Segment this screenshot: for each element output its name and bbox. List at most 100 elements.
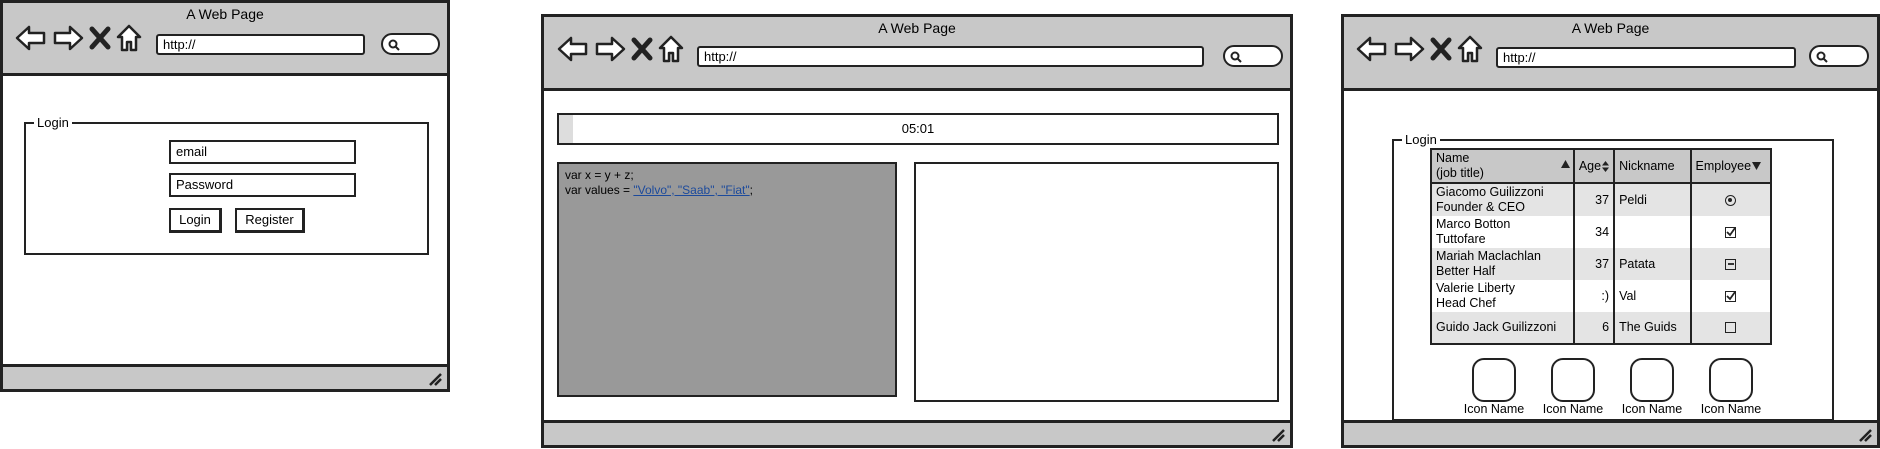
placeholder-icon xyxy=(1472,358,1516,402)
stop-icon[interactable] xyxy=(631,36,653,62)
search-icon xyxy=(1230,51,1242,63)
url-input[interactable]: http:// xyxy=(697,46,1204,67)
progress-text: 05:01 xyxy=(901,121,935,136)
cell-nickname: Peldi xyxy=(1613,183,1691,216)
column-header-age[interactable]: Age xyxy=(1572,149,1615,184)
stop-icon[interactable] xyxy=(1430,36,1452,62)
row-name: Marco Botton xyxy=(1436,217,1511,231)
column-header-nickname[interactable]: Nickname xyxy=(1613,149,1691,184)
code-line-1: var x = y + z; xyxy=(565,168,634,182)
code-line-2-prefix: var values = xyxy=(565,183,634,197)
column-header-employee-label: Employee xyxy=(1695,158,1752,173)
status-bar xyxy=(544,420,1290,445)
cell-name: Guido Jack Guilizzoni xyxy=(1431,312,1574,344)
employee-checkbox[interactable] xyxy=(1725,258,1737,270)
row-title: Tuttofare xyxy=(1436,232,1486,246)
browser-toolbar: A Web Page http:// xyxy=(1344,17,1877,91)
checkmark-icon xyxy=(1726,291,1736,301)
sort-both-icon[interactable] xyxy=(1602,160,1610,172)
code-line-2-suffix: ; xyxy=(749,183,753,197)
resize-grip-icon[interactable] xyxy=(1857,427,1873,443)
employee-checkbox[interactable] xyxy=(1725,322,1737,334)
search-input[interactable] xyxy=(1809,45,1869,67)
resize-grip-icon[interactable] xyxy=(427,371,443,387)
row-title: Head Chef xyxy=(1436,296,1496,310)
row-name: Guido Jack Guilizzoni xyxy=(1436,320,1557,334)
code-line-2: var values = "Volvo", "Saab", "Fiat"; xyxy=(565,183,889,198)
table-row[interactable]: Marco Botton Tuttofare 34 xyxy=(1431,216,1771,248)
browser-window-table: A Web Page http:// Login Name (job title… xyxy=(1341,14,1880,448)
password-field[interactable]: Password xyxy=(169,173,356,197)
search-icon xyxy=(388,39,400,51)
cell-age: 34 xyxy=(1572,216,1615,248)
cell-age: :) xyxy=(1572,280,1615,312)
table-row[interactable]: Giacomo Guilizzoni Founder & CEO 37 Peldi xyxy=(1431,183,1771,216)
row-title: Founder & CEO xyxy=(1436,200,1525,214)
icon-label: Icon Name xyxy=(1542,402,1604,416)
icon-item[interactable]: Icon Name xyxy=(1617,358,1687,416)
cell-nickname: The Guids xyxy=(1613,312,1691,344)
home-icon[interactable] xyxy=(116,24,142,52)
sort-descending-icon[interactable] xyxy=(1752,161,1762,170)
browser-window-login: A Web Page http:// Login email Password … xyxy=(0,0,450,392)
employee-table: Name (job title) Age Nickname Employee G… xyxy=(1430,148,1772,345)
forward-arrow-icon[interactable] xyxy=(594,36,626,62)
cell-name: Mariah Maclachlan Better Half xyxy=(1431,248,1574,280)
url-input[interactable]: http:// xyxy=(1496,47,1796,68)
column-header-name-line1: Name xyxy=(1436,151,1470,165)
placeholder-icon xyxy=(1551,358,1595,402)
code-values-link[interactable]: "Volvo", "Saab", "Fiat" xyxy=(633,183,749,197)
browser-window-editor: A Web Page http:// 05:01 var x = y + z; … xyxy=(541,14,1293,448)
icon-item[interactable]: Icon Name xyxy=(1696,358,1766,416)
column-header-employee[interactable]: Employee xyxy=(1689,149,1771,184)
row-title: Better Half xyxy=(1436,264,1496,278)
url-input[interactable]: http:// xyxy=(156,34,365,55)
table-row[interactable]: Guido Jack Guilizzoni 6 The Guids xyxy=(1431,312,1771,344)
placeholder-icon xyxy=(1709,358,1753,402)
cell-name: Valerie Liberty Head Chef xyxy=(1431,280,1574,312)
employee-checkbox[interactable] xyxy=(1725,226,1737,238)
icon-label: Icon Name xyxy=(1621,402,1683,416)
cell-age: 37 xyxy=(1572,183,1615,216)
cell-nickname: Patata xyxy=(1613,248,1691,280)
progress-fill xyxy=(559,115,574,143)
back-arrow-icon[interactable] xyxy=(15,25,47,51)
register-button[interactable]: Register xyxy=(235,208,305,233)
back-arrow-icon[interactable] xyxy=(557,36,589,62)
resize-grip-icon[interactable] xyxy=(1270,427,1286,443)
login-button[interactable]: Login xyxy=(169,208,222,233)
group-legend: Login xyxy=(1405,132,1437,147)
code-editor[interactable]: var x = y + z; var values = "Volvo", "Sa… xyxy=(557,162,897,397)
browser-toolbar: A Web Page http:// xyxy=(544,17,1290,91)
table-row[interactable]: Mariah Maclachlan Better Half 37 Patata xyxy=(1431,248,1771,280)
home-icon[interactable] xyxy=(658,35,684,63)
cell-name: Giacomo Guilizzoni Founder & CEO xyxy=(1431,183,1574,216)
icon-item[interactable]: Icon Name xyxy=(1459,358,1529,416)
table-row[interactable]: Valerie Liberty Head Chef :) Val xyxy=(1431,280,1771,312)
column-header-name-line2: (job title) xyxy=(1436,166,1484,180)
cell-nickname: Val xyxy=(1613,280,1691,312)
login-legend: Login xyxy=(37,115,69,130)
home-icon[interactable] xyxy=(1457,35,1483,63)
search-input[interactable] xyxy=(381,33,440,55)
window-title: A Web Page xyxy=(1571,20,1650,36)
stop-icon[interactable] xyxy=(89,25,111,51)
icon-label: Icon Name xyxy=(1463,402,1525,416)
email-field[interactable]: email xyxy=(169,140,356,164)
browser-toolbar: A Web Page http:// xyxy=(3,3,447,76)
search-input[interactable] xyxy=(1223,45,1283,67)
back-arrow-icon[interactable] xyxy=(1356,36,1388,62)
forward-arrow-icon[interactable] xyxy=(52,25,84,51)
status-bar xyxy=(1344,420,1877,445)
row-name: Valerie Liberty xyxy=(1436,281,1515,295)
forward-arrow-icon[interactable] xyxy=(1393,36,1425,62)
sort-ascending-icon[interactable] xyxy=(1560,160,1570,168)
employee-checkbox[interactable] xyxy=(1725,290,1737,302)
cell-age: 6 xyxy=(1572,312,1615,344)
cell-name: Marco Botton Tuttofare xyxy=(1431,216,1574,248)
cell-employee xyxy=(1689,248,1771,280)
icon-item[interactable]: Icon Name xyxy=(1538,358,1608,416)
employee-radio[interactable] xyxy=(1725,194,1737,206)
row-name: Mariah Maclachlan xyxy=(1436,249,1541,263)
column-header-name[interactable]: Name (job title) xyxy=(1431,149,1574,184)
